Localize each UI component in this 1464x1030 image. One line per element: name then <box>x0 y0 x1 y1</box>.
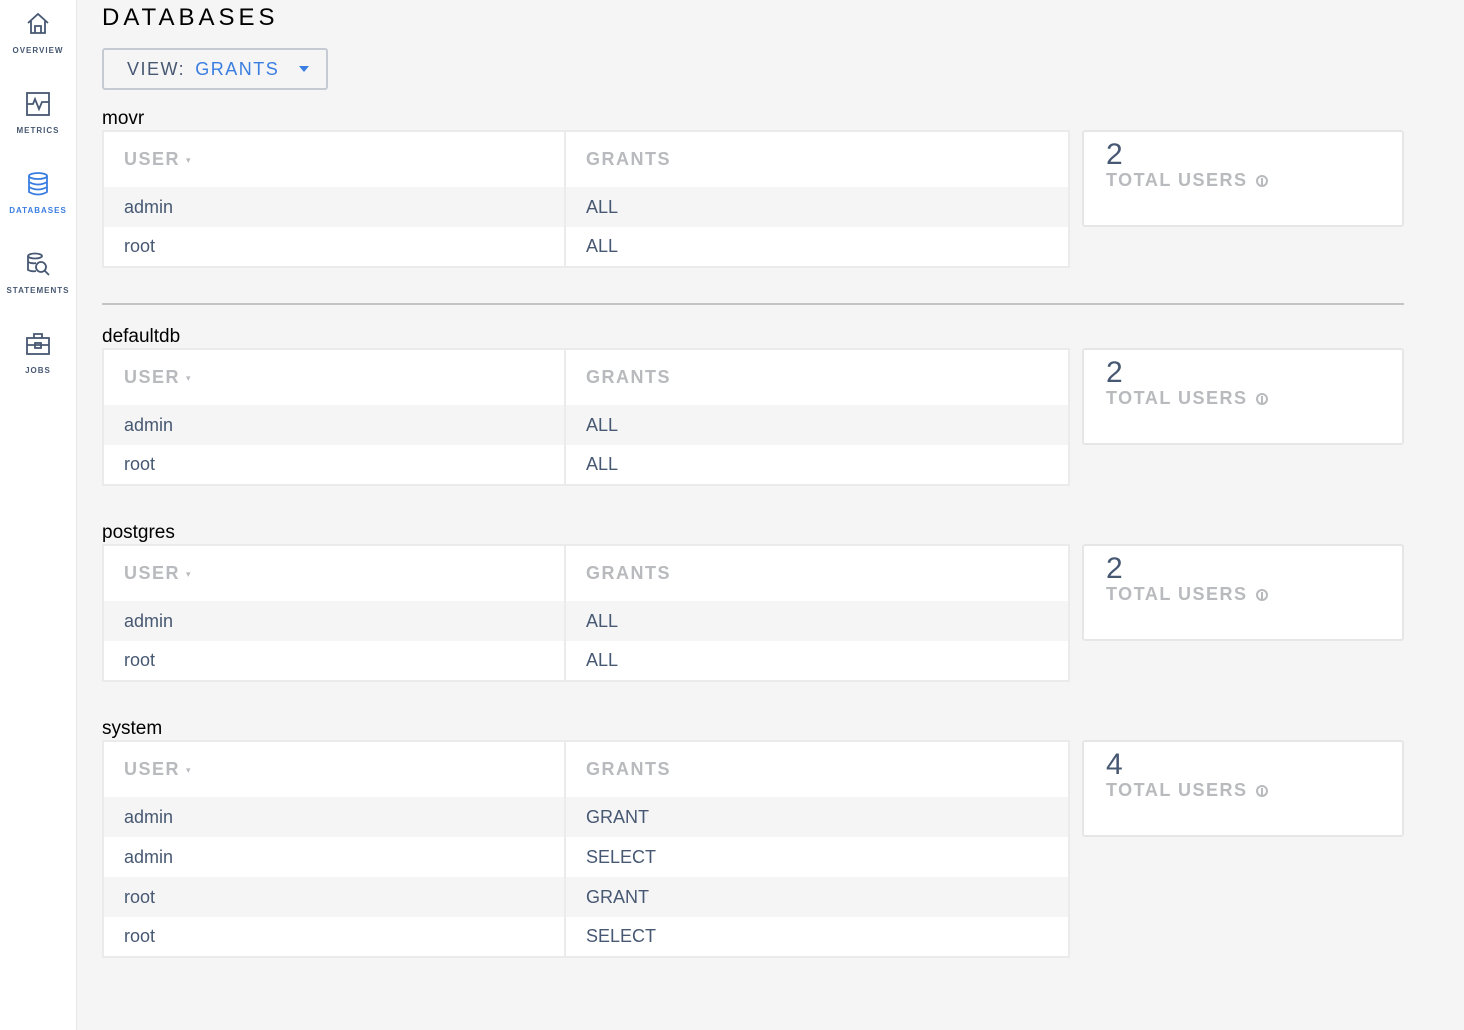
user-cell: admin <box>103 797 566 837</box>
table-row: admin ALL <box>103 601 1069 641</box>
grants-column-header: GRANTS <box>586 563 671 583</box>
user-cell: root <box>103 917 566 957</box>
database-name: defaultdb <box>102 326 181 347</box>
total-users-label: TOTAL USERS <box>1106 780 1248 800</box>
chevron-down-icon <box>299 66 310 72</box>
grants-table: USER ▾ GRANTS admin GRANT admin SELECT root… <box>102 740 1070 958</box>
sidebar-item-metrics[interactable]: METRICS <box>0 80 76 150</box>
user-column-header[interactable]: USER ▾ <box>103 349 566 405</box>
table-row: root ALL <box>103 445 1069 485</box>
grants-column-header: GRANTS <box>586 759 671 779</box>
home-icon <box>24 10 52 38</box>
database-name: system <box>102 718 163 739</box>
sidebar-item-label: OVERVIEW <box>12 46 64 55</box>
grant-cell: ALL <box>565 601 1069 641</box>
table-row: root ALL <box>103 641 1069 681</box>
grant-cell: ALL <box>565 405 1069 445</box>
info-icon[interactable] <box>1255 174 1268 187</box>
total-users-count: 4 <box>1106 748 1123 781</box>
table-row: root SELECT <box>103 917 1069 957</box>
sidebar-item-overview[interactable]: OVERVIEW <box>0 0 76 70</box>
info-icon[interactable] <box>1255 588 1268 601</box>
user-header-label: USER <box>124 367 181 387</box>
page-title: DATABASES <box>102 4 279 31</box>
view-dropdown[interactable]: VIEW: GRANTS <box>102 48 328 90</box>
total-users-label: TOTAL USERS <box>1106 584 1248 604</box>
grant-cell: GRANT <box>565 877 1069 917</box>
grant-cell: ALL <box>565 187 1069 227</box>
user-header-label: USER <box>124 149 181 169</box>
grants-table: USER ▾ GRANTS admin ALL root ALL <box>102 348 1070 486</box>
sidebar-item-databases[interactable]: DATABASES <box>0 160 76 230</box>
sidebar-item-statements[interactable]: STATEMENTS <box>0 240 76 310</box>
table-row: root GRANT <box>103 877 1069 917</box>
user-cell: admin <box>103 405 566 445</box>
grant-cell: ALL <box>586 650 619 670</box>
total-users-label: TOTAL USERS <box>1106 170 1248 190</box>
table-row: admin ALL <box>103 187 1069 227</box>
user-cell: root <box>103 445 566 485</box>
user-header-label: USER <box>124 563 181 583</box>
user-cell: admin <box>103 187 566 227</box>
grants-table: USER ▾ GRANTS admin ALL root ALL <box>102 544 1070 682</box>
user-cell: admin <box>103 601 566 641</box>
total-users-card: 4 TOTAL USERS <box>1082 740 1404 837</box>
user-column-header[interactable]: USER ▾ <box>103 131 566 187</box>
info-icon[interactable] <box>1255 784 1268 797</box>
user-cell: admin <box>103 837 566 877</box>
total-users-count: 2 <box>1106 356 1123 389</box>
info-icon[interactable] <box>1255 392 1268 405</box>
database-name: movr <box>102 108 145 129</box>
table-row: admin GRANT <box>103 797 1069 837</box>
table-row: admin ALL <box>103 405 1069 445</box>
grant-cell: ALL <box>586 454 619 474</box>
grant-cell: SELECT <box>586 926 657 946</box>
total-users-card: 2 TOTAL USERS <box>1082 348 1404 445</box>
sidebar-item-label: DATABASES <box>9 206 67 215</box>
sidebar-item-jobs[interactable]: JOBS <box>0 320 76 390</box>
view-dropdown-value: GRANTS <box>195 58 280 79</box>
user-cell: root <box>103 877 566 917</box>
database-name: postgres <box>102 522 175 543</box>
sort-caret-icon: ▾ <box>186 154 193 165</box>
grants-table: USER ▾ GRANTS admin ALL root ALL <box>102 130 1070 268</box>
sidebar-item-label: STATEMENTS <box>6 286 70 295</box>
briefcase-icon <box>24 330 52 358</box>
sidebar: OVERVIEW METRICS DATABASES STATEMENTS JO… <box>0 0 77 1030</box>
user-column-header[interactable]: USER ▾ <box>103 545 566 601</box>
view-dropdown-label: VIEW: <box>127 58 186 79</box>
grant-cell: SELECT <box>586 846 657 867</box>
database-icon <box>24 170 52 198</box>
grant-cell: GRANT <box>565 797 1069 837</box>
total-users-count: 2 <box>1106 138 1123 171</box>
user-cell: root <box>103 641 566 681</box>
table-row: admin SELECT <box>103 837 1069 877</box>
grant-cell: ALL <box>586 236 619 256</box>
sort-caret-icon: ▾ <box>186 568 193 579</box>
sidebar-item-label: METRICS <box>16 126 60 135</box>
grants-column-header: GRANTS <box>586 149 671 169</box>
total-users-card: 2 TOTAL USERS <box>1082 130 1404 227</box>
user-header-label: USER <box>124 759 181 779</box>
grants-column-header: GRANTS <box>586 367 671 387</box>
metrics-chart-icon <box>24 90 52 118</box>
user-cell: root <box>103 227 566 267</box>
table-row: root ALL <box>103 227 1069 267</box>
total-users-card: 2 TOTAL USERS <box>1082 544 1404 641</box>
user-column-header[interactable]: USER ▾ <box>103 741 566 797</box>
total-users-label: TOTAL USERS <box>1106 388 1248 408</box>
sidebar-item-label: JOBS <box>25 366 51 375</box>
statements-search-icon <box>24 250 52 278</box>
sort-caret-icon: ▾ <box>186 764 193 775</box>
total-users-count: 2 <box>1106 552 1123 585</box>
sort-caret-icon: ▾ <box>186 372 193 383</box>
section-divider <box>102 303 1404 305</box>
